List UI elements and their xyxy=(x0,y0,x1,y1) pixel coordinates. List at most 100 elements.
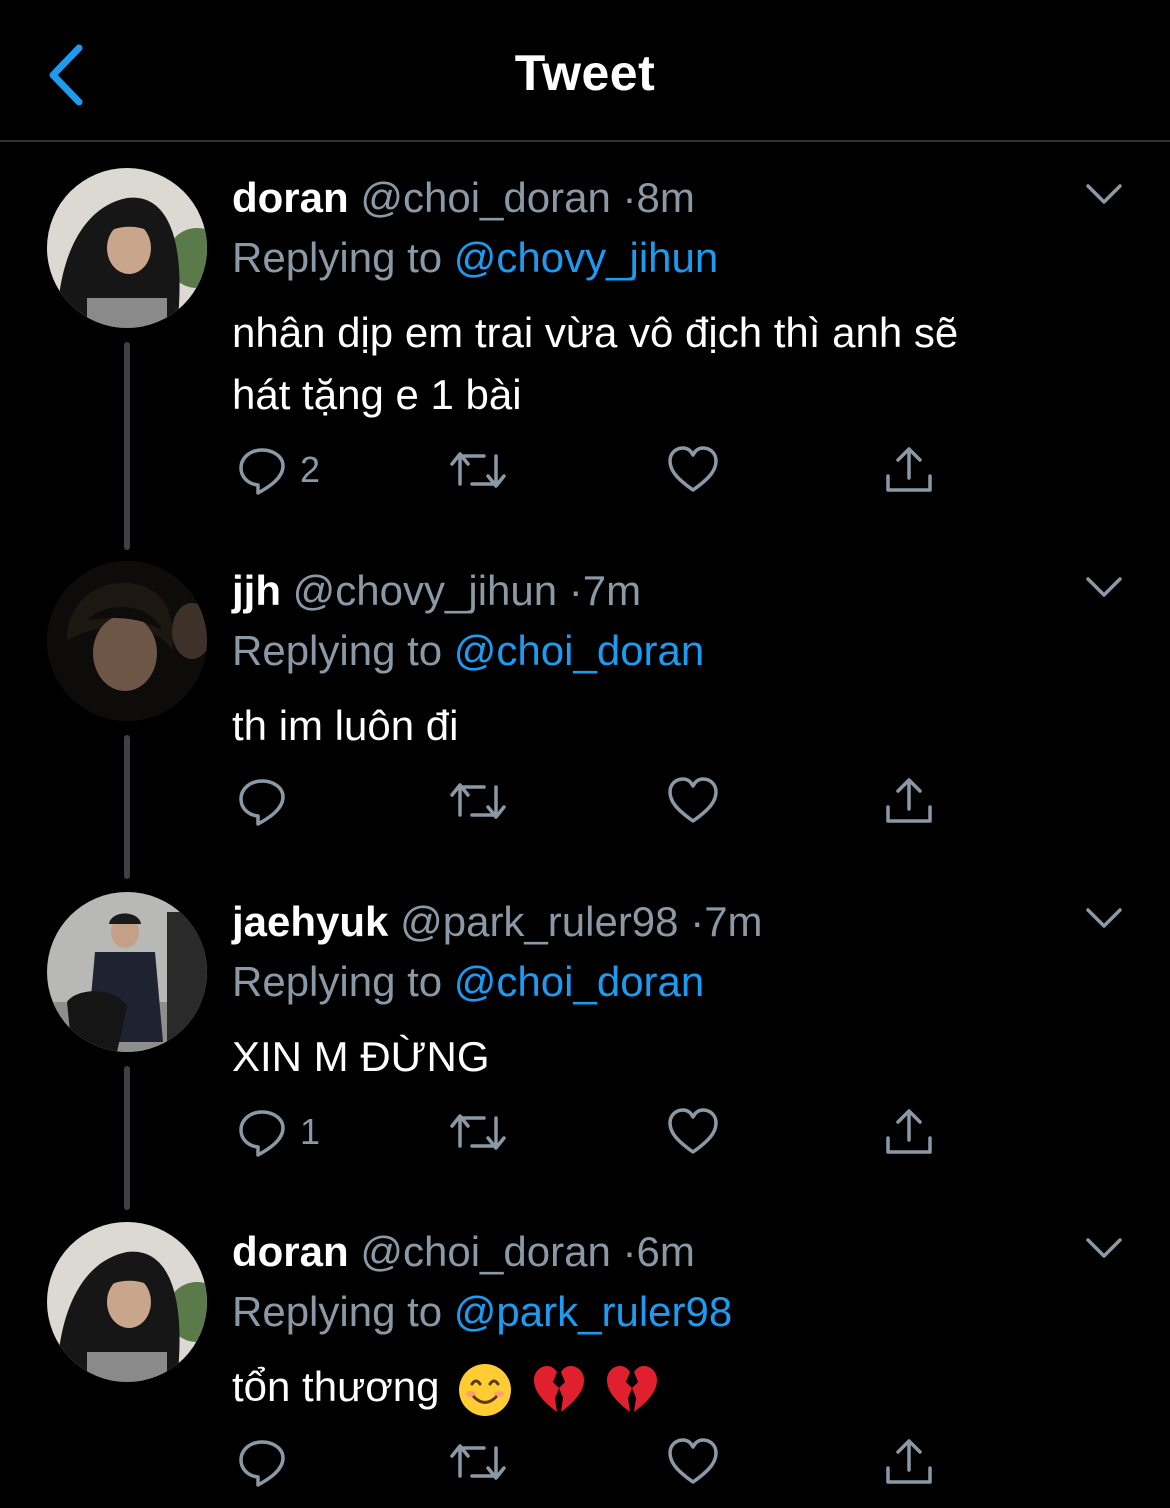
mention-link[interactable]: @park_ruler98 xyxy=(454,1288,732,1335)
tweet-header: doran @choi_doran ·6m xyxy=(232,1222,1112,1282)
timestamp: 6m xyxy=(636,1228,695,1275)
retweet-icon xyxy=(450,1444,506,1480)
replying-to: Replying to @chovy_jihun xyxy=(232,228,1112,288)
chevron-down-icon xyxy=(1086,908,1122,928)
tweet-header: jaehyuk @park_ruler98 ·7m xyxy=(232,892,1112,952)
chevron-down-icon xyxy=(1086,577,1122,597)
share-button[interactable] xyxy=(882,1432,936,1492)
tweet-text-line: tổn thương xyxy=(232,1363,440,1410)
tweet-content: jaehyuk @park_ruler98 ·7m Replying to @c… xyxy=(232,892,1112,1088)
share-button[interactable] xyxy=(882,1102,936,1162)
tweet-text-line: th im luôn đi xyxy=(232,702,459,749)
chevron-down-icon xyxy=(1086,1238,1122,1258)
retweet-button[interactable] xyxy=(448,1102,508,1162)
avatar[interactable] xyxy=(47,1222,207,1382)
tweet-actions: 2 xyxy=(232,440,992,500)
retweet-icon xyxy=(450,452,506,488)
mention-link[interactable]: @choi_doran xyxy=(454,958,704,1005)
tweet-text-line: XIN M ĐỪNG xyxy=(232,1033,490,1080)
username[interactable]: @chovy_jihun xyxy=(293,567,557,614)
username[interactable]: @choi_doran xyxy=(360,1228,610,1275)
like-button[interactable] xyxy=(666,440,720,500)
more-options-button[interactable] xyxy=(1082,565,1126,609)
tweet-text-line: hát tặng e 1 bài xyxy=(232,371,522,418)
thread-line xyxy=(124,735,130,879)
tweet-text-line: nhân dịp em trai vừa vô địch thì anh sẽ xyxy=(232,309,959,356)
tweet-content: jjh @chovy_jihun ·7m Replying to @choi_d… xyxy=(232,561,1112,757)
display-name[interactable]: doran xyxy=(232,174,349,221)
replying-to-label: Replying to xyxy=(232,958,443,1005)
tweet-header: doran @choi_doran ·8m xyxy=(232,168,1112,228)
heart-icon xyxy=(668,1108,718,1154)
broken-heart-emoji xyxy=(607,1365,658,1412)
replying-to-label: Replying to xyxy=(232,627,443,674)
broken-heart-emoji xyxy=(533,1365,584,1412)
tweet-text: th im luôn đi xyxy=(232,695,1112,757)
tweet-actions xyxy=(232,771,992,831)
tweet-header: jjh @chovy_jihun ·7m xyxy=(232,561,1112,621)
display-name[interactable]: doran xyxy=(232,1228,349,1275)
tweet-text: XIN M ĐỪNG xyxy=(232,1026,1112,1088)
retweet-button[interactable] xyxy=(448,440,508,500)
retweet-button[interactable] xyxy=(448,771,508,831)
reply-button[interactable] xyxy=(236,1432,300,1492)
display-name[interactable]: jaehyuk xyxy=(232,898,388,945)
replying-to: Replying to @park_ruler98 xyxy=(232,1282,1112,1342)
tweet-actions: 1 xyxy=(232,1102,992,1162)
timestamp: 7m xyxy=(704,898,763,945)
share-button[interactable] xyxy=(882,440,936,500)
timestamp: 8m xyxy=(636,174,695,221)
replying-to: Replying to @choi_doran xyxy=(232,952,1112,1012)
heart-icon xyxy=(668,777,718,823)
tweet-content: doran @choi_doran ·8m Replying to @chovy… xyxy=(232,168,1112,426)
thread-line xyxy=(124,1066,130,1210)
share-icon xyxy=(886,778,932,823)
mention-link[interactable]: @chovy_jihun xyxy=(454,234,718,281)
more-options-button[interactable] xyxy=(1082,172,1126,216)
avatar[interactable] xyxy=(47,168,207,328)
separator-dot: · xyxy=(622,174,637,221)
replying-to-label: Replying to xyxy=(232,1288,443,1335)
chevron-down-icon xyxy=(1086,184,1122,204)
mention-link[interactable]: @choi_doran xyxy=(454,627,704,674)
more-options-button[interactable] xyxy=(1082,896,1126,940)
page-title: Tweet xyxy=(514,45,656,101)
reply-count: 2 xyxy=(300,449,321,490)
like-button[interactable] xyxy=(666,1102,720,1162)
timestamp: 7m xyxy=(582,567,642,614)
display-name[interactable]: jjh xyxy=(232,567,281,614)
avatar-image xyxy=(47,561,207,721)
share-icon xyxy=(886,1109,932,1154)
username[interactable]: @choi_doran xyxy=(360,174,610,221)
avatar-image xyxy=(47,892,207,1052)
tweet-text: tổn thương xyxy=(232,1356,1112,1418)
retweet-button[interactable] xyxy=(448,1432,508,1492)
avatar[interactable] xyxy=(47,892,207,1052)
comment-icon xyxy=(239,779,285,826)
like-button[interactable] xyxy=(666,771,720,831)
avatar-image xyxy=(47,168,207,328)
reply-button[interactable] xyxy=(236,771,300,831)
smiling-face-emoji xyxy=(459,1363,512,1416)
replying-to-label: Replying to xyxy=(232,234,443,281)
reply-button[interactable]: 1 xyxy=(236,1102,320,1162)
avatar[interactable] xyxy=(47,561,207,721)
separator-dot: · xyxy=(622,1228,637,1275)
replying-to: Replying to @choi_doran xyxy=(232,621,1112,681)
retweet-icon xyxy=(450,1114,506,1150)
share-icon xyxy=(886,1439,932,1484)
username[interactable]: @park_ruler98 xyxy=(400,898,678,945)
retweet-icon xyxy=(450,783,506,819)
heart-icon xyxy=(668,446,718,492)
tweet-content: doran @choi_doran ·6m Replying to @park_… xyxy=(232,1222,1112,1418)
reply-button[interactable]: 2 xyxy=(236,440,320,500)
top-bar: Tweet xyxy=(0,0,1170,142)
separator-dot: · xyxy=(690,898,705,945)
like-button[interactable] xyxy=(666,1432,720,1492)
avatar-image xyxy=(47,1222,207,1382)
tweet-text: nhân dịp em trai vừa vô địch thì anh sẽ … xyxy=(232,302,1112,426)
share-button[interactable] xyxy=(882,771,936,831)
comment-icon xyxy=(239,1440,285,1487)
more-options-button[interactable] xyxy=(1082,1226,1126,1270)
heart-icon xyxy=(668,1438,718,1484)
